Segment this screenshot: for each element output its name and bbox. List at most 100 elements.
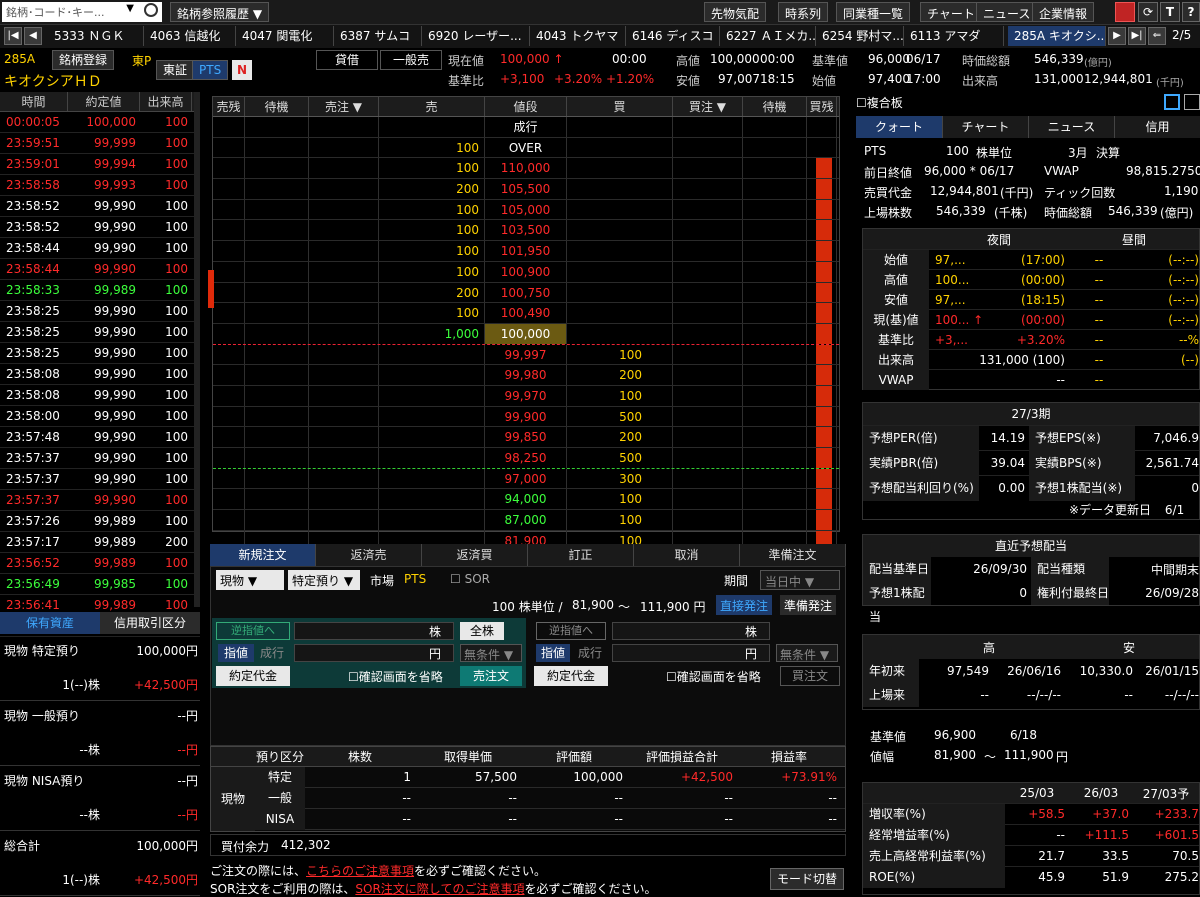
book-sell-wait[interactable] — [245, 199, 309, 220]
book-sell-wait[interactable] — [245, 448, 309, 468]
book-buy-order[interactable] — [673, 261, 743, 282]
book-buy-order[interactable] — [673, 220, 743, 241]
book-sell-wait[interactable] — [245, 385, 309, 406]
book-sell-order[interactable] — [309, 468, 379, 489]
sell-stop-button[interactable]: 逆指値へ — [216, 622, 290, 640]
book-sell-wait[interactable] — [245, 427, 309, 447]
book-sell-order[interactable] — [309, 448, 379, 468]
tab-cancel[interactable]: 取消 — [634, 544, 740, 566]
book-buy-wait[interactable] — [743, 303, 807, 323]
prep-order-button[interactable]: 準備発注 — [780, 595, 837, 615]
book-price[interactable]: 100,900 — [485, 261, 567, 282]
book-sell-wait[interactable] — [245, 158, 309, 179]
composite-checkbox[interactable]: ☐複合板 — [856, 94, 903, 111]
tab-285a[interactable]: 285A キオクシ... — [1008, 26, 1106, 46]
book-sell-qty[interactable] — [379, 489, 485, 510]
book-sell-order[interactable] — [309, 282, 379, 303]
buy-market-button[interactable]: 成行 — [572, 644, 608, 662]
book-buy-qty[interactable]: 200 — [567, 365, 673, 385]
tab-6920[interactable]: 6920 レーザー... — [422, 26, 530, 46]
book-buy-qty[interactable]: 100 — [567, 510, 673, 530]
book-price[interactable]: OVER — [485, 137, 567, 158]
book-buy-qty[interactable]: 100 — [567, 489, 673, 510]
book-sell-qty[interactable]: 100 — [379, 220, 485, 241]
book-sell-order[interactable] — [309, 158, 379, 179]
single-layout-icon[interactable] — [1164, 94, 1180, 110]
book-sell-qty[interactable]: 200 — [379, 179, 485, 199]
book-buy-qty[interactable]: 300 — [567, 468, 673, 489]
symbol-search-input[interactable]: 銘柄･コード･キー... ▼ — [2, 2, 162, 22]
book-buy-qty[interactable] — [567, 303, 673, 323]
tab-repay-sell[interactable]: 返済売 — [316, 544, 422, 566]
register-stock-button[interactable]: 銘柄登録 — [52, 50, 115, 70]
all-shares-button[interactable]: 全株 — [460, 622, 504, 640]
book-sell-order[interactable] — [309, 303, 379, 323]
n-badge-icon[interactable]: N — [232, 60, 252, 80]
book-sell-wait[interactable] — [245, 323, 309, 344]
book-buy-qty[interactable]: 200 — [567, 427, 673, 447]
book-price[interactable]: 103,500 — [485, 220, 567, 241]
book-buy-order[interactable] — [673, 468, 743, 489]
direct-order-button[interactable]: 直接発注 — [716, 595, 773, 615]
tab-6227[interactable]: 6227 ＡＩメカ... — [720, 26, 816, 46]
book-sell-qty[interactable]: 100 — [379, 137, 485, 158]
last-tab-icon[interactable]: ▶| — [1128, 27, 1146, 45]
exchange-tosho-button[interactable]: 東証 — [156, 60, 195, 80]
book-sell-order[interactable] — [309, 344, 379, 365]
refresh-icon[interactable]: ⟳ — [1138, 2, 1158, 22]
tab-6254[interactable]: 6254 野村マ... — [816, 26, 904, 46]
sell-market-button[interactable]: 成行 — [254, 644, 290, 662]
book-sell-order[interactable] — [309, 220, 379, 241]
book-sell-order[interactable] — [309, 406, 379, 427]
buy-order-button[interactable]: 買注文 — [780, 666, 840, 686]
kind-select[interactable]: 現物 ▼ — [216, 570, 284, 590]
book-price[interactable]: 99,850 — [485, 427, 567, 447]
buy-skip-confirm-checkbox[interactable]: ☐確認画面を省略 — [666, 668, 761, 685]
book-sell-qty[interactable]: 100 — [379, 199, 485, 220]
book-buy-order[interactable] — [673, 365, 743, 385]
tab-6387[interactable]: 6387 サムコ — [334, 26, 422, 46]
book-sell-qty[interactable] — [379, 510, 485, 530]
book-buy-wait[interactable] — [743, 406, 807, 427]
market-order-price[interactable]: 成行 — [485, 117, 567, 137]
book-buy-wait[interactable] — [743, 241, 807, 261]
book-price[interactable]: 99,900 — [485, 406, 567, 427]
time-series-button[interactable]: 時系列 — [778, 2, 829, 22]
chart-button[interactable]: チャート — [920, 2, 982, 22]
tab-holdings[interactable]: 保有資産 — [0, 612, 100, 634]
book-buy-order[interactable] — [673, 344, 743, 365]
book-buy-order[interactable] — [673, 199, 743, 220]
sell-order-button[interactable]: 売注文 — [460, 666, 522, 686]
lending-button[interactable]: 貸借 — [316, 50, 378, 70]
book-sell-order[interactable] — [309, 427, 379, 447]
book-sell-wait[interactable] — [245, 468, 309, 489]
sell-qty-input[interactable]: 株 — [294, 622, 454, 640]
back-icon[interactable]: ⇐ — [1148, 27, 1166, 45]
text-size-icon[interactable]: T — [1160, 2, 1180, 22]
book-sell-qty[interactable] — [379, 448, 485, 468]
tab-4047[interactable]: 4047 関電化 — [236, 26, 334, 46]
buy-limit-button[interactable]: 指値 — [536, 644, 570, 662]
book-buy-qty[interactable] — [567, 282, 673, 303]
tab-margin[interactable]: 信用取引区分 — [100, 612, 200, 634]
book-sell-wait[interactable] — [245, 406, 309, 427]
book-buy-order[interactable] — [673, 179, 743, 199]
book-sell-qty[interactable] — [379, 365, 485, 385]
book-buy-wait[interactable] — [743, 385, 807, 406]
book-buy-wait[interactable] — [743, 137, 807, 158]
book-buy-wait[interactable] — [743, 158, 807, 179]
book-buy-order[interactable] — [673, 158, 743, 179]
mode-switch-button[interactable]: モード切替 — [770, 868, 844, 890]
tab-correct[interactable]: 訂正 — [528, 544, 634, 566]
sell-cond-select[interactable]: 無条件 ▼ — [460, 644, 522, 662]
tab-4063[interactable]: 4063 信越化 — [144, 26, 236, 46]
book-buy-wait[interactable] — [743, 427, 807, 447]
book-buy-wait[interactable] — [743, 323, 807, 344]
account-select[interactable]: 特定預り ▼ — [288, 570, 360, 590]
book-buy-wait[interactable] — [743, 468, 807, 489]
book-buy-wait[interactable] — [743, 448, 807, 468]
tab-repay-buy[interactable]: 返済買 — [422, 544, 528, 566]
sell-limit-button[interactable]: 指値 — [218, 644, 254, 662]
tab-news[interactable]: ニュース — [1028, 116, 1114, 138]
book-price[interactable]: 105,500 — [485, 179, 567, 199]
